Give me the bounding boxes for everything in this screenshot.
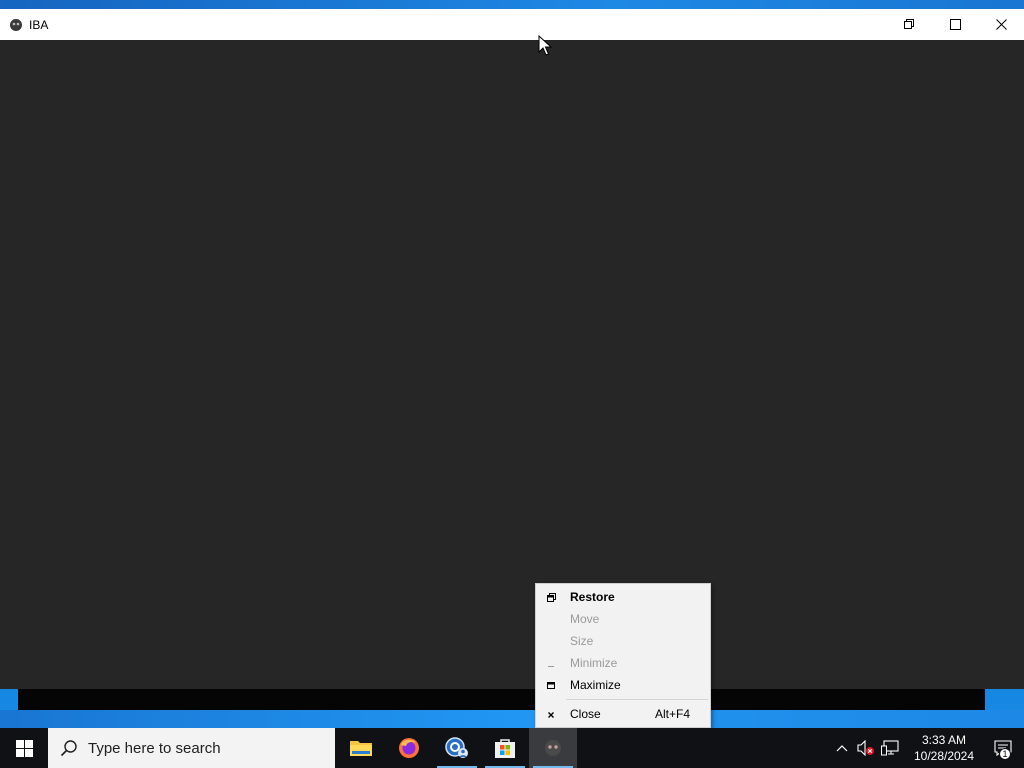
menu-item-label: Maximize — [570, 678, 621, 692]
restore-icon — [903, 19, 914, 29]
menu-item-label: Restore — [570, 590, 615, 604]
close-button[interactable] — [978, 9, 1024, 40]
volume-button[interactable] — [854, 728, 878, 768]
network-button[interactable] — [878, 728, 902, 768]
file-explorer-icon — [350, 741, 372, 756]
menu-separator — [566, 699, 708, 700]
close-icon — [995, 19, 1007, 30]
taskbar-search-box[interactable]: Type here to search — [48, 728, 335, 768]
menu-item-close[interactable]: Close Alt+F4 — [536, 703, 710, 725]
menu-item-label: Move — [570, 612, 600, 626]
firefox-icon — [399, 738, 419, 758]
clock-date: 10/28/2024 — [913, 749, 975, 763]
restore-button[interactable] — [886, 9, 932, 40]
maximize-button[interactable] — [932, 9, 978, 40]
volume-muted-icon — [857, 740, 874, 756]
taskbar: Type here to search 3:33 AM 10/28/2024 1 — [0, 728, 1024, 768]
chevron-up-icon — [836, 745, 848, 752]
window-controls — [886, 9, 1024, 40]
app-window: IBA — [0, 9, 1024, 689]
desktop-background-top — [0, 0, 1024, 9]
maximize-glyph-icon — [546, 674, 556, 696]
restore-glyph-icon — [546, 586, 556, 608]
iba-app-icon — [545, 740, 561, 756]
taskbar-clock[interactable]: 3:33 AM 10/28/2024 — [906, 732, 982, 764]
taskbar-apps — [337, 728, 577, 768]
window-bottom-strip — [18, 689, 985, 710]
search-icon — [60, 740, 77, 757]
window-system-menu: Restore Move Size Minimize Maximize Clos… — [535, 583, 711, 728]
taskbar-iba-app[interactable] — [529, 728, 577, 768]
network-icon — [881, 740, 899, 756]
mouse-cursor-icon — [538, 35, 552, 56]
menu-item-restore[interactable]: Restore — [536, 586, 710, 608]
action-center-button[interactable]: 1 — [982, 728, 1024, 768]
maximize-icon — [949, 19, 961, 30]
menu-item-label: Size — [570, 634, 594, 648]
iba-app-icon[interactable] — [8, 17, 24, 33]
notification-count-badge: 1 — [999, 748, 1011, 760]
system-tray: 3:33 AM 10/28/2024 1 — [830, 728, 1024, 768]
show-hidden-icons-button[interactable] — [830, 728, 854, 768]
desktop-background-bottom — [0, 710, 1024, 728]
windows-logo-icon — [15, 739, 33, 757]
menu-item-label: Minimize — [570, 656, 618, 670]
menu-item-minimize[interactable]: Minimize — [536, 652, 710, 674]
menu-item-label: Close — [570, 707, 601, 721]
close-glyph-icon — [546, 703, 556, 725]
window-title: IBA — [29, 17, 49, 32]
taskbar-firefox[interactable] — [385, 728, 433, 768]
taskbar-microsoft-store[interactable] — [481, 728, 529, 768]
taskbar-file-explorer[interactable] — [337, 728, 385, 768]
menu-item-move[interactable]: Move — [536, 608, 710, 630]
remote-desktop-icon — [445, 737, 468, 758]
menu-item-shortcut: Alt+F4 — [654, 707, 690, 721]
menu-item-maximize[interactable]: Maximize — [536, 674, 710, 696]
menu-item-size[interactable]: Size — [536, 630, 710, 652]
title-bar[interactable]: IBA — [0, 9, 1024, 40]
taskbar-remote-desktop[interactable] — [433, 728, 481, 768]
microsoft-store-icon — [495, 739, 515, 758]
start-button[interactable] — [0, 728, 48, 768]
search-placeholder: Type here to search — [88, 739, 221, 757]
minimize-glyph-icon — [546, 652, 556, 674]
clock-time: 3:33 AM — [921, 733, 967, 747]
window-client-area[interactable] — [0, 40, 1024, 689]
